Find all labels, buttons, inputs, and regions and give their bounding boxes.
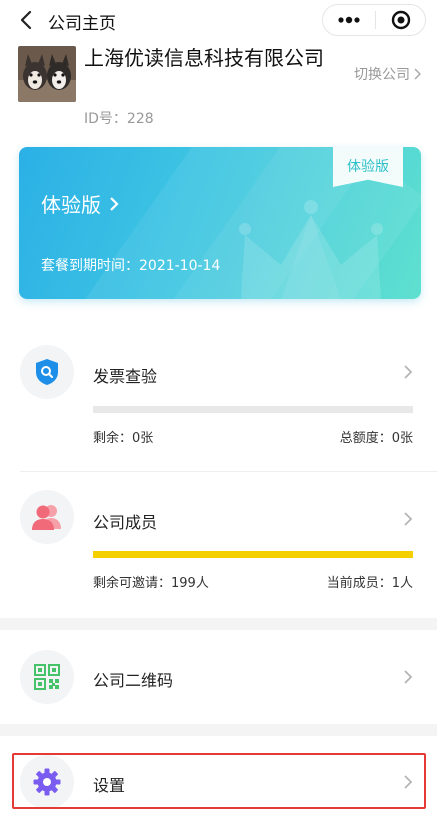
users-icon [32,505,61,530]
switch-company-label: 切换公司 [354,67,410,83]
invoice-quota-bar [93,406,413,413]
shield-search-icon [36,359,58,385]
divider [20,471,437,472]
plan-title: 体验版 [41,189,119,218]
close-miniprogram-icon[interactable] [376,5,425,35]
company-qrcode-item[interactable]: 公司二维码 [0,630,437,724]
members-remaining-invites: 剩余可邀请：199人 [93,576,209,591]
section-gap [0,724,437,736]
invoice-icon-circle [20,345,74,399]
invoice-total: 总额度：0张 [339,431,413,446]
more-options-icon[interactable] [323,5,375,35]
chevron-right-icon [404,365,413,379]
miniprogram-capsule [322,4,426,36]
chevron-right-icon [414,68,421,80]
plan-title-text: 体验版 [41,193,101,217]
section-gap [0,618,437,630]
company-header: 上海优读信息科技有限公司 ID号：228 切换公司 [0,40,437,130]
company-members-item[interactable]: 公司成员 剩余可邀请：199人 当前成员：1人 [0,490,437,610]
crown-icon [239,200,383,299]
chevron-right-icon [404,670,413,684]
members-current-count: 当前成员：1人 [326,576,413,591]
plan-expire-date: 套餐到期时间：2021-10-14 [41,258,221,274]
navigation-bar: 公司主页 [0,0,437,40]
company-qrcode-label: 公司二维码 [93,671,174,690]
invoice-check-item[interactable]: 发票查验 剩余：0张 总额度：0张 [0,343,437,463]
company-name: 上海优读信息科技有限公司 [84,46,324,70]
qr-code-icon [34,664,60,690]
invoice-remaining: 剩余：0张 [93,431,154,446]
qrcode-icon-circle [20,650,74,704]
company-avatar [18,46,76,102]
chevron-right-icon [110,196,119,211]
trial-plan-card[interactable]: 体验版 体验版 套餐到期时间：2021-10-14 [19,147,421,299]
members-icon-circle [20,490,74,544]
settings-highlight-box [12,753,426,809]
switch-company-button[interactable]: 切换公司 [354,64,421,84]
page-title: 公司主页 [48,14,116,34]
invoice-check-label: 发票查验 [93,367,158,386]
members-quota-bar [93,551,413,558]
company-members-label: 公司成员 [93,513,158,532]
back-arrow-icon[interactable] [16,9,36,31]
company-id: ID号：228 [84,111,154,127]
chevron-right-icon [404,512,413,526]
members-quota-fill [93,551,413,558]
